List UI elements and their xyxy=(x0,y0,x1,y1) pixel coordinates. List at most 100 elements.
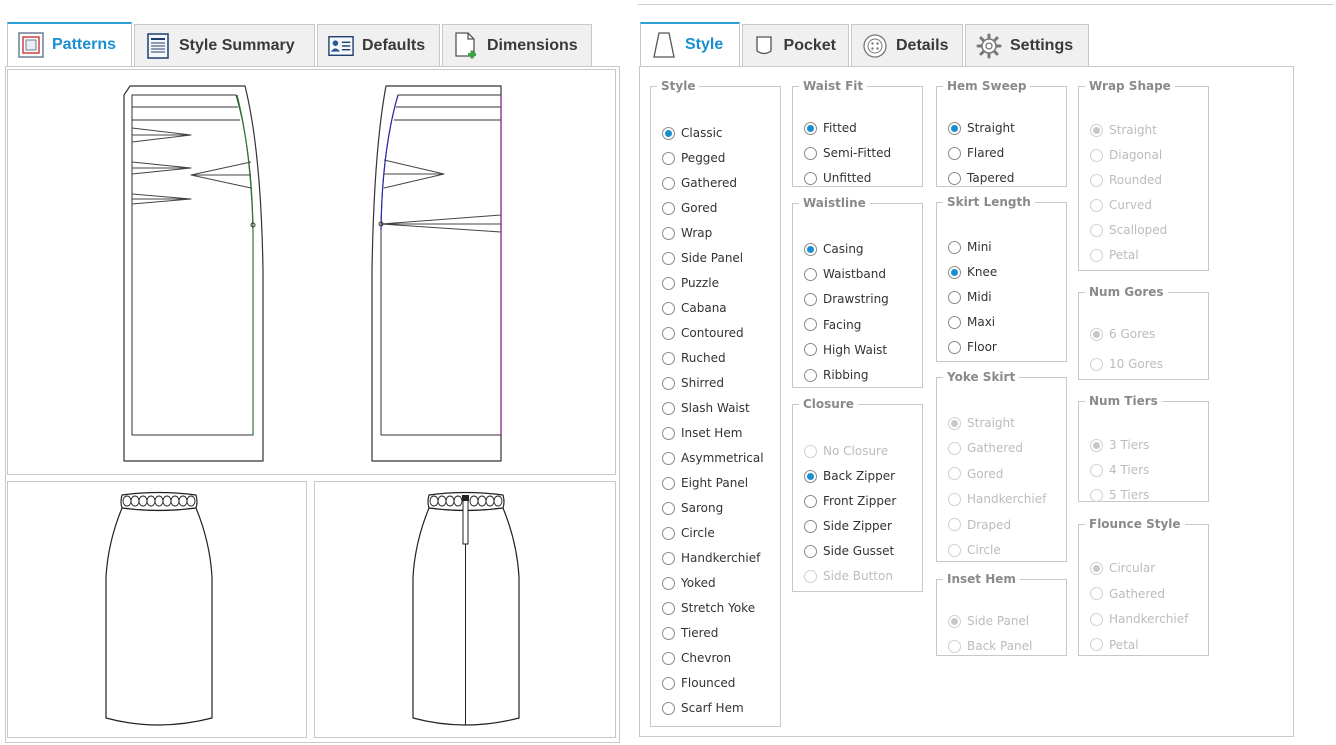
radio-button[interactable] xyxy=(804,171,817,185)
tab-patterns[interactable]: Patterns xyxy=(7,22,132,66)
radio-option-hem-sweep-flared[interactable]: Flared xyxy=(948,145,1004,161)
radio-button[interactable] xyxy=(662,251,675,265)
radio-option-style-puzzle[interactable]: Puzzle xyxy=(662,275,719,291)
radio-option-style-stretch-yoke[interactable]: Stretch Yoke xyxy=(662,600,755,616)
front-view-sketch[interactable] xyxy=(7,481,307,738)
radio-option-style-contoured[interactable]: Contoured xyxy=(662,325,744,341)
radio-button[interactable] xyxy=(662,551,675,565)
radio-button[interactable] xyxy=(662,126,675,140)
radio-option-style-yoked[interactable]: Yoked xyxy=(662,575,716,591)
radio-option-skirt-length-mini[interactable]: Mini xyxy=(948,239,992,255)
radio-option-waistline-facing[interactable]: Facing xyxy=(804,317,861,333)
pattern-pieces-view[interactable] xyxy=(7,69,616,475)
radio-button[interactable] xyxy=(948,121,961,135)
radio-button[interactable] xyxy=(662,476,675,490)
radio-option-style-flounced[interactable]: Flounced xyxy=(662,675,735,691)
radio-option-hem-sweep-straight[interactable]: Straight xyxy=(948,120,1015,136)
tab-pocket[interactable]: Pocket xyxy=(742,24,849,66)
radio-option-waistline-drawstring[interactable]: Drawstring xyxy=(804,291,889,307)
radio-option-waistline-ribbing[interactable]: Ribbing xyxy=(804,367,868,383)
radio-option-style-ruched[interactable]: Ruched xyxy=(662,350,726,366)
radio-button[interactable] xyxy=(948,171,961,185)
radio-option-waist-fit-unfitted[interactable]: Unfitted xyxy=(804,170,871,186)
radio-option-style-inset-hem[interactable]: Inset Hem xyxy=(662,425,742,441)
radio-button[interactable] xyxy=(662,226,675,240)
radio-button[interactable] xyxy=(804,121,817,135)
radio-button[interactable] xyxy=(804,146,817,160)
radio-button[interactable] xyxy=(804,368,817,382)
radio-option-closure-back-zipper[interactable]: Back Zipper xyxy=(804,468,895,484)
tab-style[interactable]: Style xyxy=(640,22,740,66)
radio-button[interactable] xyxy=(662,426,675,440)
radio-button[interactable] xyxy=(662,201,675,215)
radio-button[interactable] xyxy=(662,276,675,290)
tab-settings[interactable]: Settings xyxy=(965,24,1089,66)
radio-option-style-wrap[interactable]: Wrap xyxy=(662,225,712,241)
radio-option-style-classic[interactable]: Classic xyxy=(662,125,723,141)
radio-option-style-shirred[interactable]: Shirred xyxy=(662,375,724,391)
radio-button[interactable] xyxy=(948,340,961,354)
radio-option-style-circle[interactable]: Circle xyxy=(662,525,715,541)
radio-option-waistline-casing[interactable]: Casing xyxy=(804,241,864,257)
radio-button[interactable] xyxy=(804,242,817,256)
radio-option-waistline-high-waist[interactable]: High Waist xyxy=(804,342,887,358)
radio-button[interactable] xyxy=(662,701,675,715)
radio-option-skirt-length-knee[interactable]: Knee xyxy=(948,264,997,280)
radio-option-skirt-length-floor[interactable]: Floor xyxy=(948,339,997,355)
radio-button[interactable] xyxy=(804,519,817,533)
radio-option-style-chevron[interactable]: Chevron xyxy=(662,650,731,666)
radio-option-style-pegged[interactable]: Pegged xyxy=(662,150,725,166)
tab-dimensions[interactable]: Dimensions xyxy=(442,24,592,66)
radio-option-closure-side-gusset[interactable]: Side Gusset xyxy=(804,543,894,559)
radio-option-skirt-length-midi[interactable]: Midi xyxy=(948,289,992,305)
tab-style-summary[interactable]: Style Summary xyxy=(134,24,315,66)
radio-button[interactable] xyxy=(948,240,961,254)
radio-option-style-eight-panel[interactable]: Eight Panel xyxy=(662,475,748,491)
radio-button[interactable] xyxy=(948,290,961,304)
radio-option-waistline-waistband[interactable]: Waistband xyxy=(804,266,886,282)
radio-button[interactable] xyxy=(662,376,675,390)
radio-button[interactable] xyxy=(804,494,817,508)
radio-option-waist-fit-semi-fitted[interactable]: Semi-Fitted xyxy=(804,145,891,161)
radio-button[interactable] xyxy=(662,501,675,515)
radio-option-style-slash-waist[interactable]: Slash Waist xyxy=(662,400,750,416)
radio-button[interactable] xyxy=(948,146,961,160)
tab-defaults[interactable]: Defaults xyxy=(317,24,440,66)
back-view-sketch[interactable] xyxy=(314,481,616,738)
radio-button[interactable] xyxy=(662,176,675,190)
radio-button[interactable] xyxy=(804,343,817,357)
radio-button[interactable] xyxy=(662,626,675,640)
radio-option-closure-front-zipper[interactable]: Front Zipper xyxy=(804,493,896,509)
radio-button[interactable] xyxy=(804,267,817,281)
radio-button[interactable] xyxy=(662,526,675,540)
radio-button[interactable] xyxy=(948,265,961,279)
radio-option-style-scarf-hem[interactable]: Scarf Hem xyxy=(662,700,744,716)
radio-button[interactable] xyxy=(662,326,675,340)
radio-option-skirt-length-maxi[interactable]: Maxi xyxy=(948,314,995,330)
radio-option-style-tiered[interactable]: Tiered xyxy=(662,625,718,641)
tab-details[interactable]: Details xyxy=(851,24,963,66)
radio-option-hem-sweep-tapered[interactable]: Tapered xyxy=(948,170,1014,186)
radio-button[interactable] xyxy=(662,651,675,665)
radio-button[interactable] xyxy=(804,544,817,558)
radio-button[interactable] xyxy=(662,151,675,165)
radio-button[interactable] xyxy=(948,315,961,329)
radio-option-style-gored[interactable]: Gored xyxy=(662,200,717,216)
radio-button[interactable] xyxy=(662,401,675,415)
radio-button[interactable] xyxy=(662,301,675,315)
radio-button[interactable] xyxy=(662,451,675,465)
radio-button[interactable] xyxy=(804,469,817,483)
radio-option-waist-fit-fitted[interactable]: Fitted xyxy=(804,120,857,136)
radio-option-closure-side-zipper[interactable]: Side Zipper xyxy=(804,518,892,534)
radio-option-style-cabana[interactable]: Cabana xyxy=(662,300,727,316)
radio-button[interactable] xyxy=(804,318,817,332)
radio-option-style-side-panel[interactable]: Side Panel xyxy=(662,250,743,266)
radio-button[interactable] xyxy=(804,292,817,306)
radio-option-style-sarong[interactable]: Sarong xyxy=(662,500,723,516)
radio-button[interactable] xyxy=(662,576,675,590)
radio-button[interactable] xyxy=(662,351,675,365)
radio-button[interactable] xyxy=(662,676,675,690)
radio-button[interactable] xyxy=(662,601,675,615)
radio-option-style-gathered[interactable]: Gathered xyxy=(662,175,737,191)
radio-option-style-asymmetrical[interactable]: Asymmetrical xyxy=(662,450,764,466)
